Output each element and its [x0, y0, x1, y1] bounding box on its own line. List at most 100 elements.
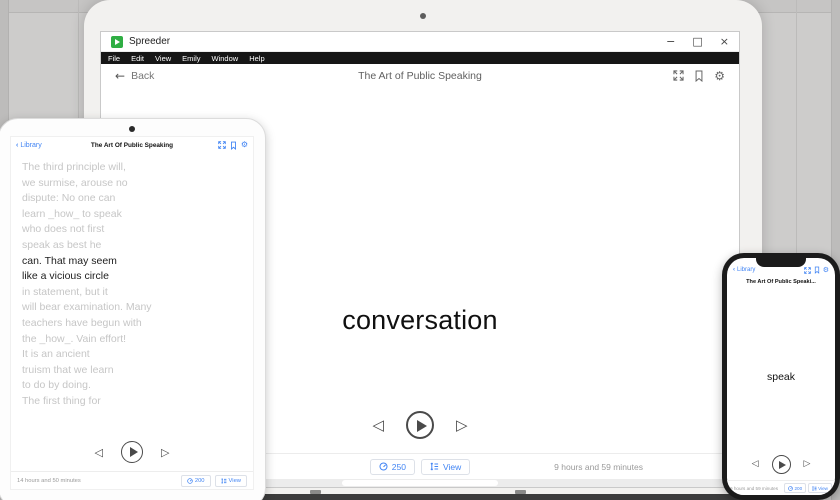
tablet-header: ‹ Library The Art Of Public Speaking ⚙ [11, 137, 253, 153]
back-arrow-icon: ← [115, 68, 126, 83]
text-line: can. That may seem [22, 254, 117, 267]
header-icon-group: ⚙ [673, 70, 725, 82]
view-label: View [228, 477, 241, 484]
speed-button[interactable]: 250 [369, 458, 415, 475]
menu-item-emily[interactable]: Emily [182, 54, 200, 63]
tablet-screen: ‹ Library The Art Of Public Speaking ⚙ T… [10, 136, 254, 490]
previous-icon[interactable]: ◁ [752, 460, 759, 469]
text-line: truism that we learn [22, 363, 114, 376]
back-button[interactable]: ← Back [115, 69, 154, 83]
text-line: speak as best he [22, 238, 102, 251]
library-label: Library [737, 267, 756, 273]
text-line: we surmise, arouse no [22, 176, 128, 189]
phone-library-back-button[interactable]: ‹ Library [733, 267, 755, 273]
view-button[interactable]: View [214, 474, 247, 487]
previous-icon[interactable]: ◁ [372, 417, 384, 433]
fullscreen-icon[interactable] [673, 70, 684, 81]
view-button[interactable]: View [808, 483, 832, 493]
tablet-footer: 14 hours and 50 minutes 200 View [11, 471, 253, 489]
speedometer-icon [788, 485, 794, 491]
text-line: will bear examination. Many [22, 301, 152, 314]
tablet-playback-controls: ◁ ▷ [11, 441, 253, 463]
laptop-camera-dot [420, 13, 426, 19]
backdrop-seam-left [78, 0, 79, 120]
scrollbar-thumb[interactable] [342, 480, 498, 486]
menu-item-file[interactable]: File [108, 54, 120, 63]
view-button[interactable]: View [420, 458, 471, 475]
phone-header-icons: ⚙ [803, 266, 829, 274]
time-remaining: 9 hours and 59 minutes [730, 485, 779, 491]
speedometer-icon [187, 477, 193, 484]
view-mode-icon [220, 477, 226, 484]
maximize-button[interactable]: □ [692, 36, 702, 47]
settings-gear-icon[interactable]: ⚙ [241, 141, 248, 149]
menu-item-view[interactable]: View [155, 54, 171, 63]
window-title: Spreeder [129, 36, 171, 47]
document-title: The Art of Public Speaking [358, 69, 482, 82]
play-icon[interactable] [771, 455, 791, 474]
spreeder-app-icon [111, 35, 123, 48]
current-word: speak [766, 371, 796, 383]
tablet-device: ‹ Library The Art Of Public Speaking ⚙ T… [0, 118, 266, 500]
minimize-button[interactable]: − [666, 36, 675, 47]
laptop-foot [515, 490, 526, 494]
text-line: The first thing for [22, 394, 101, 407]
tablet-header-icons: ⚙ [218, 141, 248, 150]
previous-icon[interactable]: ◁ [95, 447, 103, 458]
tablet-library-back-button[interactable]: ‹ Library [16, 142, 42, 149]
chevron-left-icon: ‹ [16, 141, 19, 149]
settings-gear-icon[interactable]: ⚙ [823, 266, 829, 274]
menu-bar: File Edit View Emily Window Help [101, 52, 739, 64]
window-controls: − □ × [666, 36, 729, 47]
bookmark-icon[interactable] [230, 141, 237, 150]
view-mode-icon [430, 462, 439, 471]
view-label: View [442, 461, 462, 472]
fullscreen-icon[interactable] [803, 266, 811, 274]
text-line: like a vicious circle [22, 270, 109, 283]
footer-buttons: 200 View [784, 483, 832, 493]
next-icon[interactable]: ▷ [804, 460, 811, 469]
bookmark-icon[interactable] [814, 266, 820, 274]
tablet-text: The third principle will, we surmise, aro… [11, 153, 253, 410]
reader-header: ← Back The Art of Public Speaking ⚙ [101, 64, 739, 87]
footer-buttons: 200 View [180, 474, 247, 487]
text-line: It is an ancient [22, 348, 90, 361]
play-icon[interactable] [406, 411, 434, 439]
footer-buttons: 250 View [369, 458, 471, 475]
phone-playback-controls: ◁ ▷ [727, 455, 835, 474]
next-icon[interactable]: ▷ [161, 447, 169, 458]
library-label: Library [20, 141, 42, 149]
phone-screen: ‹ Library ⚙ The Art Of Public Speaki... … [727, 258, 835, 495]
close-button[interactable]: × [720, 36, 729, 47]
tablet-document-title: The Art Of Public Speaking [90, 141, 174, 149]
phone-device: ‹ Library ⚙ The Art Of Public Speaki... … [722, 253, 840, 500]
speed-button[interactable]: 200 [180, 474, 211, 487]
next-icon[interactable]: ▷ [456, 417, 468, 433]
text-line: who does not first [22, 223, 105, 236]
settings-gear-icon[interactable]: ⚙ [714, 70, 725, 82]
back-label: Back [131, 69, 155, 82]
phone-footer: 9 hours and 59 minutes 200 View [727, 480, 835, 495]
menu-item-help[interactable]: Help [249, 54, 264, 63]
menu-item-edit[interactable]: Edit [131, 54, 144, 63]
text-line: dispute: No one can [22, 192, 116, 205]
speed-button[interactable]: 200 [784, 483, 807, 493]
text-line: the _how_. Vain effort! [22, 332, 127, 345]
fullscreen-icon[interactable] [218, 141, 226, 149]
text-line: to do by doing. [22, 379, 91, 392]
phone-document-title: The Art Of Public Speaki... [746, 279, 816, 285]
speed-value: 200 [194, 477, 205, 484]
bookmark-icon[interactable] [694, 70, 704, 82]
menu-item-window[interactable]: Window [212, 54, 239, 63]
text-line: in statement, but it [22, 285, 108, 298]
time-remaining: 14 hours and 50 minutes [17, 477, 81, 484]
phone-notch [756, 258, 806, 267]
speedometer-icon [379, 462, 388, 471]
window-titlebar: Spreeder − □ × [101, 32, 739, 52]
time-remaining: 9 hours and 59 minutes [554, 461, 643, 472]
laptop-foot [310, 490, 321, 494]
text-line: The third principle will, [22, 161, 126, 173]
play-icon[interactable] [121, 441, 143, 463]
text-line: learn _how_ to speak [22, 207, 122, 220]
speed-value: 200 [794, 485, 803, 491]
